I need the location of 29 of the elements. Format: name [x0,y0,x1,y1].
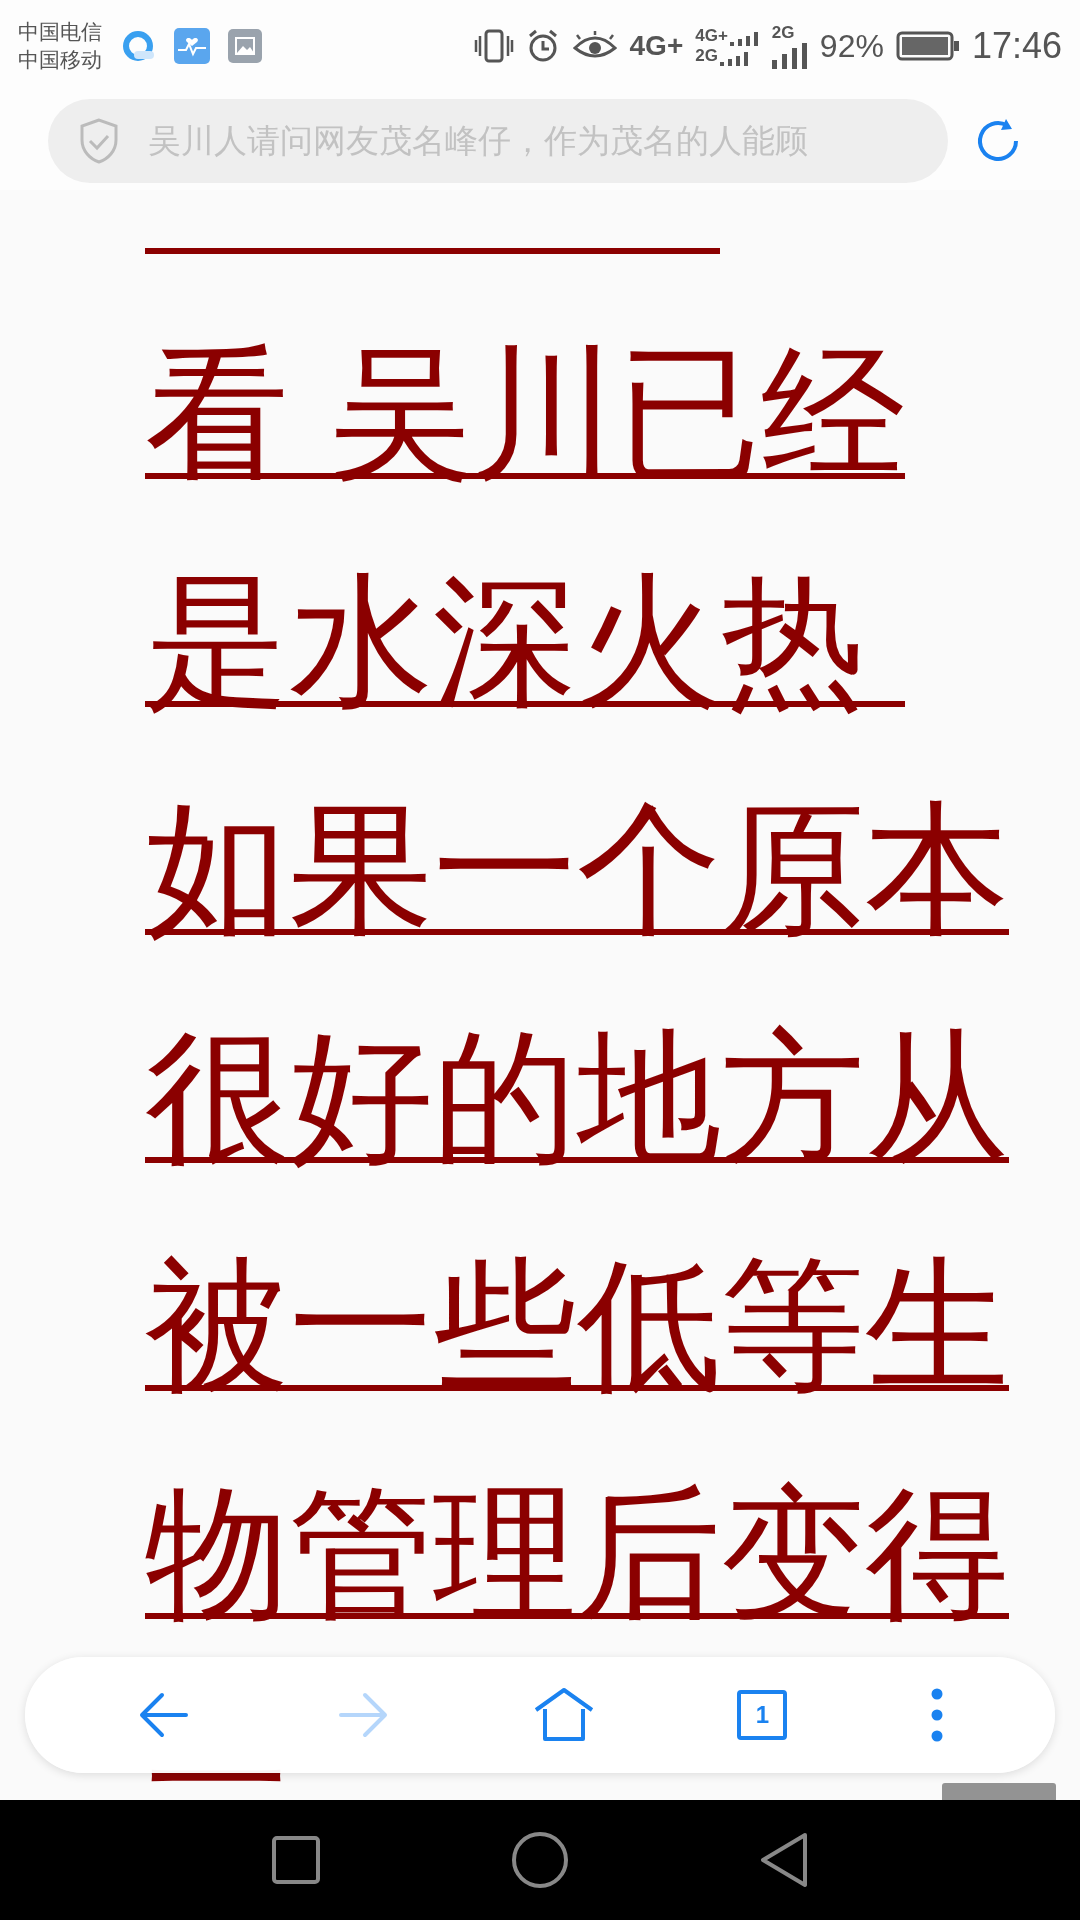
article-link[interactable]: 看 吴川已经 [145,335,905,493]
battery-percent: 92% [819,27,884,66]
signal-icon [729,32,760,46]
network-label: 2G [695,46,718,66]
shield-icon [78,117,120,165]
article-link[interactable]: 是水深火热 [145,563,905,721]
battery-icon [895,31,960,61]
carrier-name: 中国电信 [18,19,102,45]
health-app-icon [174,28,210,64]
network-label: 4G+ [629,29,684,63]
tabs-button[interactable]: 1 [737,1690,788,1740]
article-link[interactable]: 如果一个原本 [145,791,1009,949]
vibrate-icon [473,28,514,64]
home-icon[interactable] [532,1687,595,1743]
signal-icon [771,43,808,69]
menu-icon[interactable] [929,1687,944,1743]
gallery-app-icon [228,29,262,63]
back-triangle-icon[interactable] [759,1832,809,1888]
weather-app-icon [122,29,156,63]
carrier-name: 中国移动 [18,47,102,73]
clock-time: 17:46 [971,24,1062,68]
signal-icon [719,52,750,66]
network-label: 2G [771,23,795,43]
article-link[interactable]: 被一些低等生 [145,1247,1009,1405]
network-label: 4G+ [695,26,728,46]
article-link[interactable]: 很好的地方从 [145,1019,1009,1177]
article-link[interactable]: 物管理后变得 [145,1475,1009,1633]
recents-icon[interactable] [271,1835,321,1885]
home-circle-icon[interactable] [511,1831,569,1889]
